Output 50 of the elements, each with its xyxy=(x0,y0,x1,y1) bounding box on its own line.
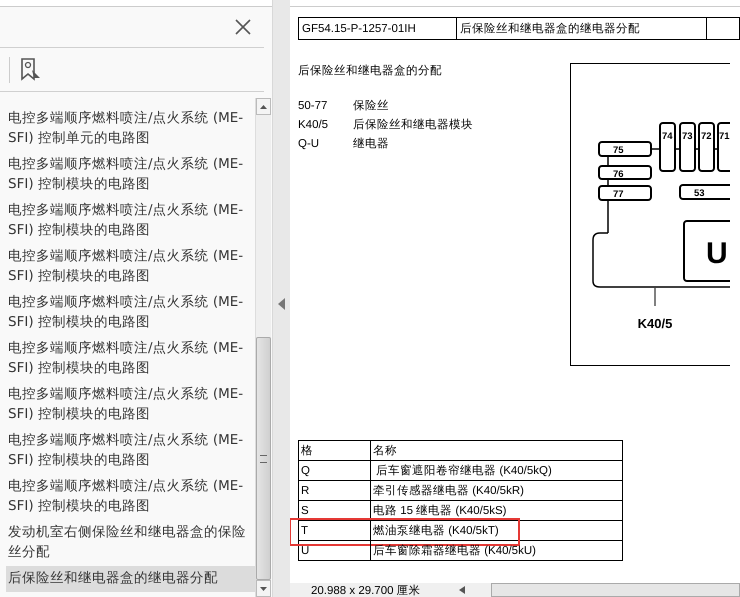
table-cell: Q xyxy=(299,461,371,480)
scroll-down-icon[interactable] xyxy=(260,586,267,590)
bookmark-item[interactable]: 后保险丝和继电器盒的继电器分配 xyxy=(6,566,255,592)
module-label: K40/5 xyxy=(638,316,672,331)
legend-code: 50-77 xyxy=(298,100,328,112)
table-cell: R xyxy=(299,481,371,500)
scroll-up-icon[interactable] xyxy=(260,104,267,108)
bookmark-item[interactable]: 电控多端顺序燃料喷注/点火系统 (ME-SFI) 控制模块的电路图 xyxy=(6,428,255,474)
legend-code: K40/5 xyxy=(298,118,330,130)
vertical-scrollbar[interactable] xyxy=(254,98,271,597)
table-cell: U xyxy=(299,541,371,560)
leader-line xyxy=(654,288,656,306)
table-cell-text: 燃油泵继电器 (K40/5kT) xyxy=(372,524,500,539)
table-cell-text: 后车窗遮阳卷帘继电器 (K40/5kQ) xyxy=(375,463,553,479)
document-id-cell: GF54.15-P-1257-01IH xyxy=(299,18,457,39)
fuse-number: 76 xyxy=(613,169,624,180)
scroll-left-icon[interactable] xyxy=(459,586,465,594)
bookmark-item[interactable]: 电控多端顺序燃料喷注/点火系统 (ME-SFI) 控制模块的电路图 xyxy=(6,152,255,198)
collapse-arrow-icon[interactable] xyxy=(278,298,285,310)
table-cell-text: 牵引传感器继电器 (K40/5kR) xyxy=(372,484,525,499)
legend-text: 后保险丝和继电器模块 xyxy=(353,118,473,132)
table-cell-text: 后车窗除霜器继电器 (K40/5kU) xyxy=(372,543,537,559)
bookmark-icon[interactable] xyxy=(20,58,42,82)
fuse-number: 72 xyxy=(701,131,712,142)
fuse-number: 75 xyxy=(613,145,624,156)
bookmark-item[interactable]: 电控多端顺序燃料喷注/点火系统 (ME-SFI) 控制模块的电路图 xyxy=(6,290,255,336)
bookmark-item[interactable]: 电控多端顺序燃料喷注/点火系统 (ME-SFI) 控制模块的电路图 xyxy=(6,244,255,290)
column-header: 名称 xyxy=(372,444,398,459)
relay-letter: U xyxy=(706,237,728,270)
section-heading: 后保险丝和继电器盒的分配 xyxy=(298,64,443,78)
bookmark-item[interactable]: 电控多端顺序燃料喷注/点火系统 (ME-SFI) 控制单元的电路图 xyxy=(6,106,255,152)
bookmark-item[interactable]: 电控多端顺序燃料喷注/点火系统 (ME-SFI) 控制模块的电路图 xyxy=(6,474,255,520)
fuse-number: 77 xyxy=(613,189,624,200)
bookmark-item[interactable]: 电控多端顺序燃料喷注/点火系统 (ME-SFI) 控制模块的电路图 xyxy=(6,382,255,428)
table-cell: S xyxy=(299,501,371,520)
legend-code: Q-U xyxy=(298,138,320,150)
fuse-number: 53 xyxy=(694,188,705,199)
fuse-number: 73 xyxy=(682,131,693,142)
table-cell-text: 电路 15 继电器 (K40/5kS) xyxy=(372,504,508,519)
legend-text: 继电器 xyxy=(353,136,389,151)
bookmark-item[interactable]: 电控多端顺序燃料喷注/点火系统 (ME-SFI) 控制模块的电路图 xyxy=(6,198,255,244)
legend-text: 保险丝 xyxy=(353,98,389,113)
column-header: 格 xyxy=(299,441,371,460)
document-title-cell: 后保险丝和继电器盒的继电器分配 xyxy=(457,18,707,39)
page-size-text: 20.988 x 29.700 厘米 xyxy=(310,584,422,597)
fuse-number: 74 xyxy=(662,131,673,142)
table-cell: T xyxy=(299,521,371,540)
bookmark-item[interactable]: 发动机室右侧保险丝和继电器盒的保险丝分配 xyxy=(6,520,255,566)
fuse-number: 71 xyxy=(719,131,730,142)
bookmark-item[interactable]: 电控多端顺序燃料喷注/点火系统 (ME-SFI) 控制模块的电路图 xyxy=(6,336,255,382)
